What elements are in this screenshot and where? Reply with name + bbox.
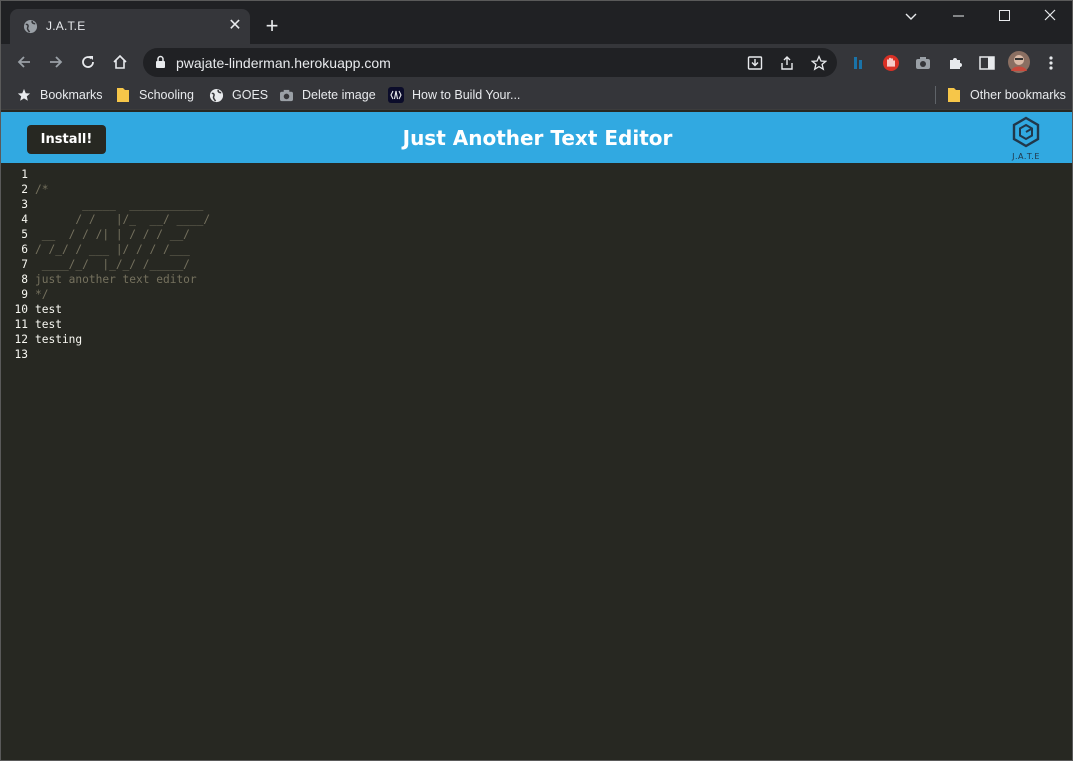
home-icon <box>113 54 127 69</box>
folder-icon <box>115 87 131 103</box>
app-header: Install! Just Another Text Editor J.A.T.… <box>1 112 1072 163</box>
line-number: 4 <box>21 213 28 226</box>
line-number: 6 <box>21 243 28 256</box>
forward-arrow-icon <box>50 56 63 68</box>
close-tab-icon[interactable]: ✕ <box>226 17 244 35</box>
line-number: 13 <box>14 348 28 361</box>
line-number: 10 <box>14 303 28 316</box>
new-tab-button[interactable]: + <box>260 15 284 39</box>
more-menu-icon[interactable] <box>1041 53 1061 73</box>
cube-logo-icon <box>1012 116 1040 148</box>
home-button[interactable] <box>107 49 133 75</box>
tab-strip: J.A.T.E ✕ + <box>1 1 1072 44</box>
reload-icon <box>82 56 94 68</box>
line-text: ____/_/ |_/_/ /_____/ <box>35 258 190 271</box>
logo-text: J.A.T.E <box>1012 152 1040 161</box>
reload-button[interactable] <box>75 49 101 75</box>
line-text: / /_/ / ___ |/ / / /___ <box>35 243 190 256</box>
url-text: pwajate-linderman.herokuapp.com <box>176 55 391 71</box>
line-number: 5 <box>21 228 28 241</box>
jate-logo: J.A.T.E <box>1004 116 1048 162</box>
lock-icon <box>155 55 166 74</box>
globe-icon <box>23 19 38 34</box>
minimize-button[interactable] <box>935 1 981 33</box>
extension-bars-icon[interactable] <box>849 53 869 73</box>
extension-hand-icon[interactable] <box>881 53 901 73</box>
tab-title: J.A.T.E <box>46 19 86 33</box>
star-icon <box>16 87 32 103</box>
back-button[interactable] <box>11 49 37 75</box>
address-bar[interactable]: pwajate-linderman.herokuapp.com <box>143 48 837 77</box>
browser-toolbar: pwajate-linderman.herokuapp.com <box>1 44 1072 80</box>
line-number: 1 <box>21 168 28 181</box>
line-text: just another text editor <box>35 273 197 286</box>
line-number: 8 <box>21 273 28 286</box>
profile-avatar[interactable] <box>1008 51 1030 73</box>
bookmark-item[interactable]: Schooling <box>115 86 194 104</box>
extensions-puzzle-icon[interactable] <box>945 53 965 73</box>
close-window-button[interactable] <box>1027 1 1072 33</box>
forward-button[interactable] <box>43 49 69 75</box>
share-icon[interactable] <box>778 54 796 72</box>
bookmarks-bar: Bookmarks Schooling GOES Delete image Ho… <box>1 80 1072 110</box>
line-text: test <box>35 303 62 316</box>
bookmark-item[interactable]: How to Build Your... <box>388 86 520 104</box>
browser-window: J.A.T.E ✕ + pwajate-linderman.herokuapp.… <box>0 0 1073 761</box>
maximize-button[interactable] <box>981 1 1027 33</box>
line-number: 7 <box>21 258 28 271</box>
line-text: testing <box>35 333 83 346</box>
other-bookmarks[interactable]: Other bookmarks <box>946 86 1066 104</box>
line-text: */ <box>35 288 49 301</box>
browser-tab[interactable]: J.A.T.E ✕ <box>10 9 250 44</box>
page-title: Just Another Text Editor <box>402 126 673 150</box>
line-text: __ / / /| | / / / __/ <box>35 228 190 241</box>
side-panel-icon[interactable] <box>977 53 997 73</box>
line-text: / / |/_ __/ ____/ <box>35 213 211 226</box>
bookmark-item[interactable]: Delete image <box>278 86 376 104</box>
line-text: test <box>35 318 62 331</box>
line-number: 2 <box>21 183 28 196</box>
tab-search-icon[interactable] <box>888 1 934 33</box>
folder-icon <box>946 87 962 103</box>
line-number: 11 <box>14 318 28 331</box>
camera-icon <box>278 87 294 103</box>
bookmark-star-icon[interactable] <box>810 54 828 72</box>
code-icon <box>388 87 404 103</box>
back-arrow-icon <box>17 56 30 68</box>
bookmark-item[interactable]: GOES <box>208 86 268 104</box>
line-text: /* <box>35 183 49 196</box>
bookmark-item[interactable]: Bookmarks <box>16 86 103 104</box>
extension-camera-icon[interactable] <box>913 53 933 73</box>
globe-icon <box>208 87 224 103</box>
install-app-icon[interactable] <box>746 54 764 72</box>
line-text: _____ ___________ <box>35 198 204 211</box>
line-number: 12 <box>14 333 28 346</box>
bookmarks-divider <box>935 86 936 104</box>
code-editor[interactable]: 1 2/* 3 _____ ___________ 4 / / |/_ __/ ___… <box>1 163 1072 760</box>
line-number: 3 <box>21 198 28 211</box>
line-number: 9 <box>21 288 28 301</box>
